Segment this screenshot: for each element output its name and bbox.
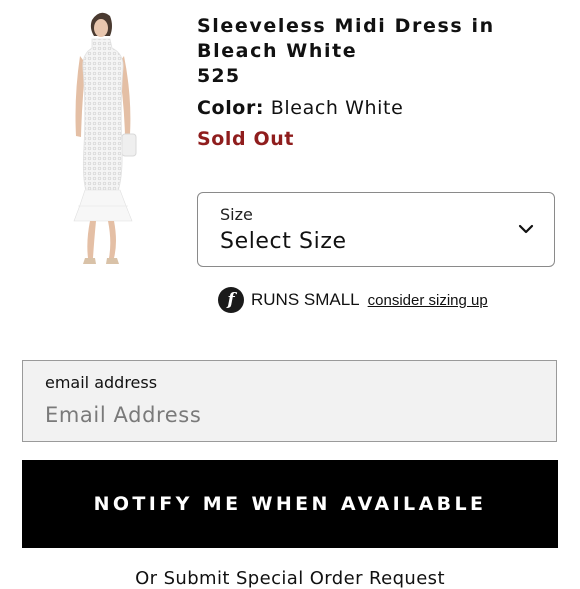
color-value: Bleach White <box>270 97 404 119</box>
product-image[interactable] <box>52 6 157 268</box>
size-select-value: Select Size <box>220 229 347 254</box>
product-info: Sleeveless Midi Dress in Bleach White 52… <box>197 14 567 152</box>
email-field-label: email address <box>45 373 158 392</box>
notify-me-button[interactable]: NOTIFY ME WHEN AVAILABLE <box>22 460 558 548</box>
size-select[interactable]: Size Select Size <box>197 192 555 267</box>
color-row: Color: Bleach White <box>197 95 567 121</box>
fit-predictor-icon: f <box>218 287 244 313</box>
email-field[interactable]: email address <box>22 360 557 442</box>
product-title: Sleeveless Midi Dress in Bleach White <box>197 15 495 62</box>
sizing-up-link[interactable]: consider sizing up <box>368 292 488 309</box>
special-order-link[interactable]: Or Submit Special Order Request <box>0 568 580 589</box>
fit-note: f RUNS SMALL consider sizing up <box>218 286 488 314</box>
chevron-down-icon <box>518 221 534 237</box>
product-price: 525 <box>197 65 241 87</box>
fit-note-text: RUNS SMALL <box>251 290 360 309</box>
email-input[interactable] <box>45 399 525 431</box>
color-label: Color: <box>197 97 265 119</box>
size-select-label: Size <box>220 205 253 224</box>
availability-status: Sold Out <box>197 128 295 150</box>
